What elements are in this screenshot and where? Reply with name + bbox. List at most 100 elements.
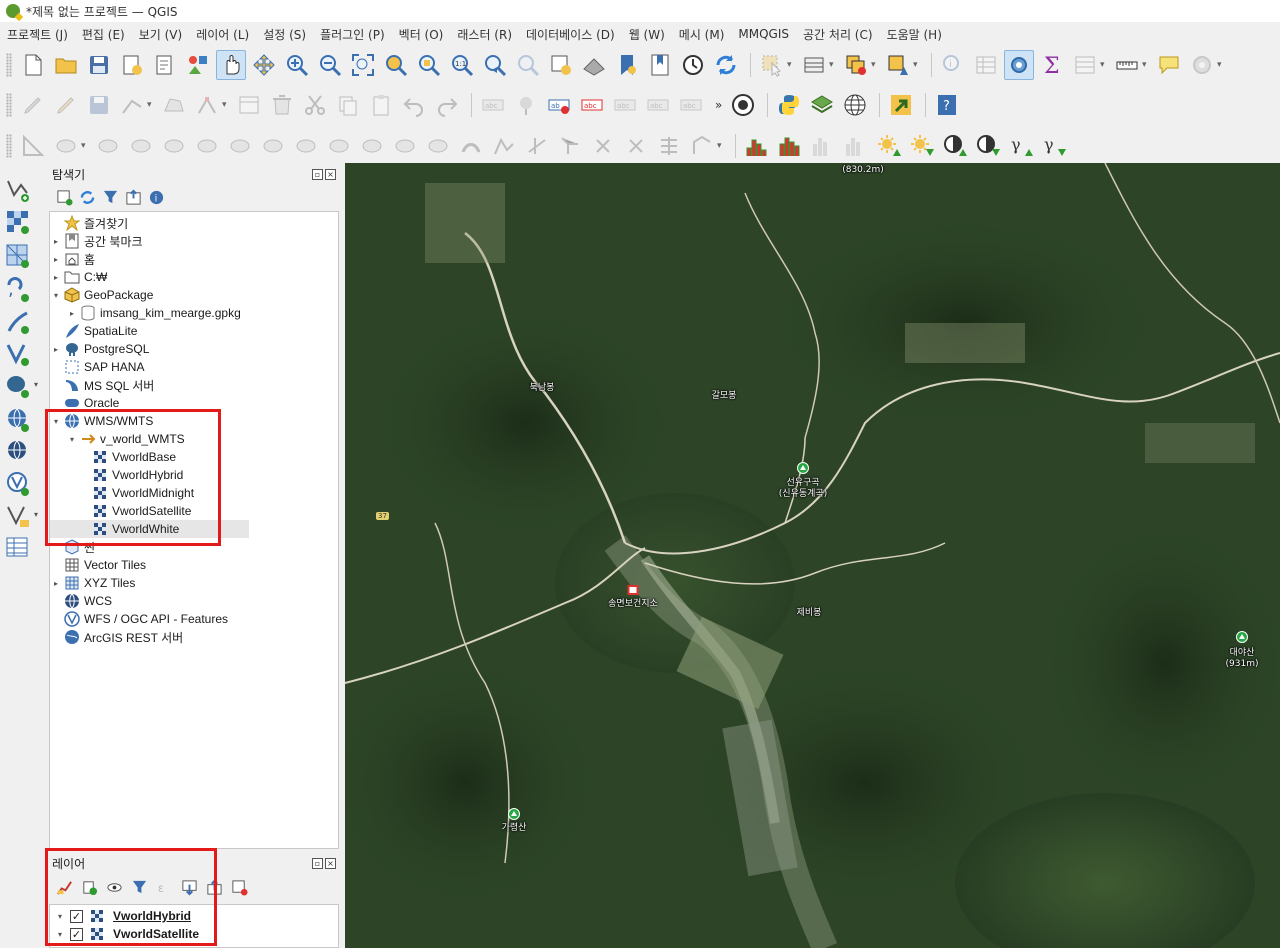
python-console-icon[interactable] [774,90,804,120]
tree-item-wfs[interactable]: WFS / OGC API - Features [50,610,250,628]
menu-layer[interactable]: 레이어 (L) [189,26,256,43]
add-raster-layer-icon[interactable] [4,208,32,236]
chevron-down-icon[interactable]: ▾ [147,100,155,110]
zoom-out-icon[interactable] [315,50,345,80]
chevron-down-icon[interactable]: ▾ [787,60,795,70]
select-features-icon[interactable] [757,50,787,80]
new-3d-map-icon[interactable] [579,50,609,80]
merge-features-icon[interactable] [357,131,387,161]
new-temporary-layer-icon[interactable] [4,534,32,562]
modify-attributes-icon[interactable] [234,90,264,120]
tree-item-spatial-bookmarks[interactable]: ▸ 공간 북마크 [50,232,250,250]
new-bookmark-icon[interactable] [612,50,642,80]
zoom-full-icon[interactable] [348,50,378,80]
add-mesh-layer-icon[interactable] [4,242,32,270]
tree-item-vworld-base[interactable]: VworldBase [90,448,290,466]
cut-features-icon[interactable] [300,90,330,120]
remove-layer-icon[interactable] [231,879,248,896]
chevron-down-icon[interactable]: ▾ [54,912,66,921]
plugin-gps-icon[interactable] [728,90,758,120]
add-selected-layers-icon[interactable] [56,189,73,206]
chevron-right-icon[interactable]: ▸ [50,255,62,264]
cad-tools-icon[interactable] [18,131,48,161]
tree-item-spatialite[interactable]: SpatiaLite [50,322,250,340]
chevron-down-icon[interactable]: ▾ [222,100,230,110]
tree-item-vworld-satellite[interactable]: VworldSatellite [90,502,290,520]
shape-digitize-icon[interactable] [687,131,717,161]
help-icon[interactable]: ? [932,90,962,120]
zoom-in-icon[interactable] [282,50,312,80]
delete-selected-icon[interactable] [267,90,297,120]
globe-icon[interactable] [840,90,870,120]
tree-item-favorites[interactable]: 즐겨찾기 [50,214,250,232]
menu-mesh[interactable]: 메시 (M) [672,26,732,43]
delete-ring-icon[interactable] [159,131,189,161]
chevron-right-icon[interactable]: ▸ [50,345,62,354]
zoom-native-icon[interactable]: 1:1 [447,50,477,80]
offset-curve-icon[interactable] [258,131,288,161]
tree-item-geopackage[interactable]: ▾ GeoPackage [50,286,250,304]
toolbar-grip[interactable] [6,53,12,77]
new-shapefile-layer-icon[interactable] [4,502,32,530]
add-wms-layer-icon[interactable] [4,406,32,434]
menu-raster[interactable]: 래스터 (R) [450,26,519,43]
new-project-icon[interactable] [18,50,48,80]
copy-features-icon[interactable] [333,90,363,120]
add-virtual-layer-icon[interactable] [4,340,32,368]
chevron-right-icon[interactable]: ▸ [50,237,62,246]
digitize-polygon-icon[interactable] [159,90,189,120]
move-label-icon[interactable]: abc [643,90,673,120]
zoom-next-icon[interactable] [513,50,543,80]
layout-manager-icon[interactable] [150,50,180,80]
tree-item-vector-tiles[interactable]: Vector Tiles [50,556,250,574]
chevron-down-icon[interactable]: ▾ [81,141,89,151]
label-tool-icon[interactable]: abc [478,90,508,120]
filter-expression-icon[interactable]: ε [156,879,173,896]
gamma-up-icon[interactable]: γ [1006,131,1036,161]
histogram-icon[interactable] [742,131,772,161]
current-edits-icon[interactable] [18,90,48,120]
highlight-pinned-icon[interactable]: abc [610,90,640,120]
attribute-table-icon[interactable] [971,50,1001,80]
add-vector-layer-icon[interactable] [4,176,32,204]
close-panel-icon[interactable]: × [325,168,336,180]
statistical-summary-icon[interactable]: Σ [1037,50,1067,80]
histogram-full-icon[interactable] [841,131,871,161]
add-delimited-text-icon[interactable]: , [4,276,32,304]
menu-plugins[interactable]: 플러그인 (P) [313,26,392,43]
new-map-view-icon[interactable] [546,50,576,80]
menu-help[interactable]: 도움말 (H) [880,26,949,43]
new-print-layout-icon[interactable] [117,50,147,80]
tree-item-scenes[interactable]: 씬 [50,538,250,556]
add-group-icon[interactable] [81,879,98,896]
layer-visibility-checkbox[interactable]: ✓ [70,927,83,941]
field-calculator-icon[interactable] [1070,50,1100,80]
tree-item-postgresql[interactable]: ▸ PostgreSQL [50,340,250,358]
menu-database[interactable]: 데이터베이스 (D) [519,26,622,43]
menu-vector[interactable]: 벡터 (O) [392,26,451,43]
add-wfs-layer-icon[interactable] [4,470,32,498]
tree-item-mssql[interactable]: MS SQL 서버 [50,376,250,394]
temporal-controller-icon[interactable] [678,50,708,80]
tree-item-gpkg-file[interactable]: ▸ imsang_kim_mearge.gpkg [66,304,266,322]
split-features-icon[interactable] [291,131,321,161]
layer-row-vworld-satellite[interactable]: ▾ ✓ VworldSatellite [54,925,199,943]
close-panel-icon[interactable]: × [325,857,336,869]
layer-row-vworld-hybrid[interactable]: ▾ ✓ VworldHybrid [54,907,191,925]
pin-labels-icon[interactable] [511,90,541,120]
manage-visibility-icon[interactable] [106,879,123,896]
processing-toolbox-icon[interactable] [1004,50,1034,80]
add-gps-layer-icon[interactable] [4,308,32,336]
menu-web[interactable]: 웹 (W) [622,26,672,43]
refresh-icon[interactable] [79,189,96,206]
chevron-right-icon[interactable]: ▸ [50,579,62,588]
show-bookmarks-icon[interactable] [645,50,675,80]
contrast-up-icon[interactable] [940,131,970,161]
float-panel-icon[interactable]: ▫ [312,168,323,180]
settings-gear-icon[interactable] [1187,50,1217,80]
select-location-icon[interactable] [883,50,913,80]
rotate-point-icon[interactable] [423,131,453,161]
brightness-down-icon[interactable] [907,131,937,161]
digitize-line-icon[interactable] [117,90,147,120]
simplify-icon[interactable] [456,131,486,161]
